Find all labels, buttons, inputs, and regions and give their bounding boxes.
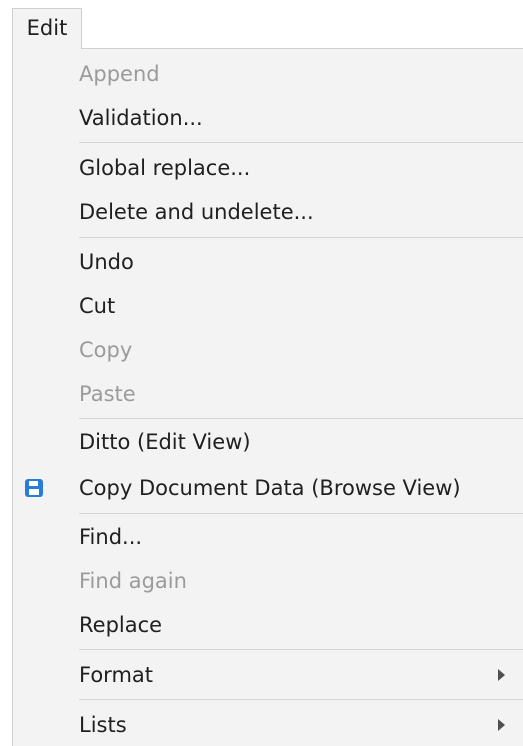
menu-item-label: Ditto (Edit View) (79, 430, 251, 454)
menu-item-cut[interactable]: Cut (13, 284, 523, 328)
screen: Edit Append Validation... Global replace… (0, 0, 523, 746)
menu-separator (79, 418, 523, 419)
menu-item-label: Replace (79, 613, 163, 637)
menu-separator (79, 649, 523, 650)
menu-item-label: Copy (79, 338, 133, 362)
menu-item-label: Paste (79, 382, 136, 406)
menu-edit-label: Edit (26, 16, 68, 40)
menu-item-global-replace[interactable]: Global replace... (13, 146, 523, 190)
menu-edit[interactable]: Edit (12, 8, 82, 49)
menu-item-label: Cut (79, 294, 116, 318)
submenu-arrow-icon (498, 669, 505, 681)
menu-item-undo[interactable]: Undo (13, 240, 523, 284)
menu-item-append: Append (13, 52, 523, 96)
menu-item-label: Undo (79, 250, 134, 274)
save-disk-icon (24, 478, 44, 498)
menu-item-label: Lists (79, 713, 127, 737)
menu-item-label: Copy Document Data (Browse View) (79, 476, 461, 500)
submenu-arrow-icon (498, 719, 505, 731)
menu-item-find-again: Find again (13, 559, 523, 603)
menu-item-label: Find... (79, 525, 143, 549)
menu-item-label: Format (79, 663, 154, 687)
menu-item-find[interactable]: Find... (13, 515, 523, 559)
menu-item-label: Append (79, 62, 160, 86)
menu-item-replace[interactable]: Replace (13, 603, 523, 647)
menu-item-label: Global replace... (79, 156, 251, 180)
menu-item-format[interactable]: Format (13, 653, 523, 697)
menu-item-ditto[interactable]: Ditto (Edit View) (13, 420, 523, 464)
menu-item-label: Validation... (79, 106, 203, 130)
menu-item-label: Delete and undelete... (79, 200, 314, 224)
menu-item-copy: Copy (13, 328, 523, 372)
menu-separator (79, 142, 523, 143)
menubar: Edit (0, 0, 523, 50)
menu-item-delete-undelete[interactable]: Delete and undelete... (13, 190, 523, 234)
menu-item-paste: Paste (13, 372, 523, 416)
menu-separator (79, 513, 523, 514)
menu-item-validation[interactable]: Validation... (13, 96, 523, 140)
menu-item-label: Find again (79, 569, 187, 593)
menu-item-copy-document-data[interactable]: Copy Document Data (Browse View) (13, 466, 523, 510)
menu-item-lists[interactable]: Lists (13, 703, 523, 746)
menu-separator (79, 237, 523, 238)
menu-separator (79, 699, 523, 700)
edit-dropdown-menu: Append Validation... Global replace... D… (12, 49, 523, 746)
